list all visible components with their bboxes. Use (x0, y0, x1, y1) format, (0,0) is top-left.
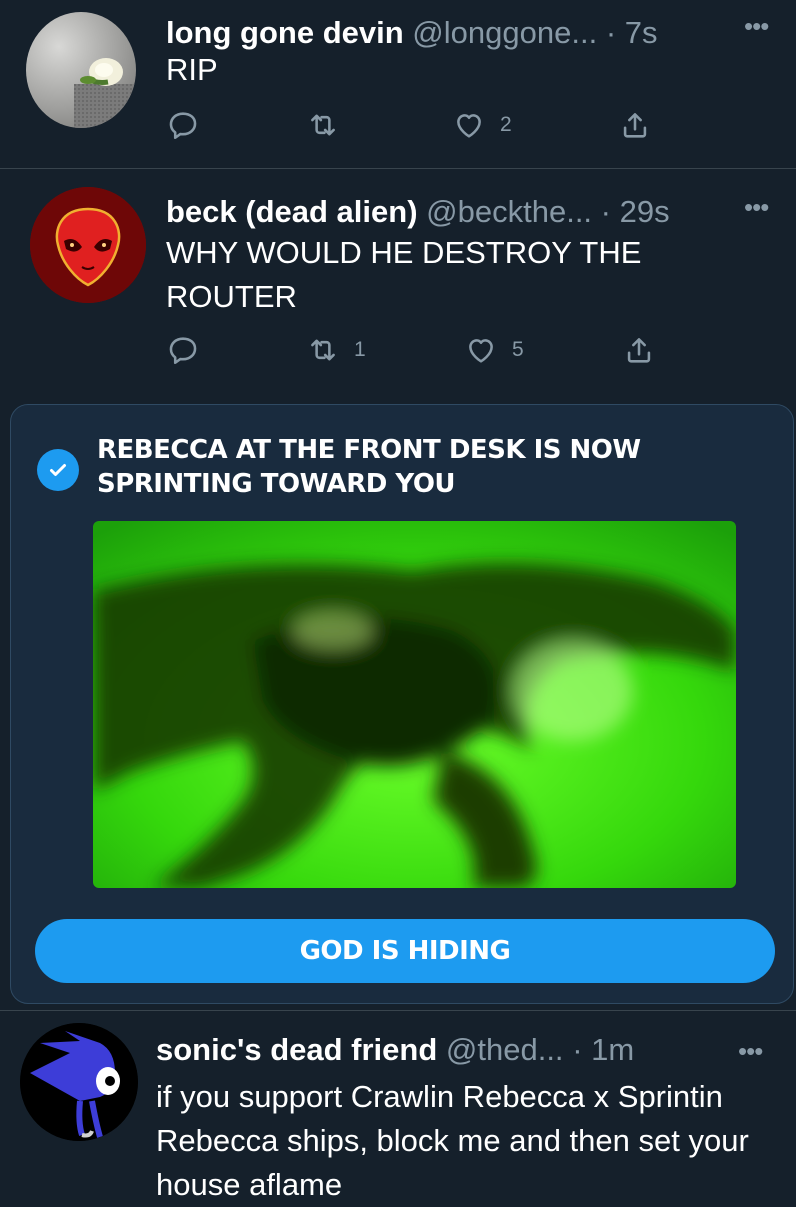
reply-icon (169, 337, 197, 365)
promo-image[interactable] (93, 521, 736, 888)
author-name[interactable]: long gone devin (166, 15, 404, 50)
retweet-button[interactable]: 1 (306, 333, 366, 367)
retweet-icon (311, 114, 335, 136)
timestamp[interactable]: · 29s (601, 194, 670, 229)
avatar[interactable] (20, 1023, 138, 1141)
share-icon (627, 338, 651, 363)
avatar[interactable] (30, 187, 146, 303)
retweet-count: 1 (354, 338, 366, 361)
like-count: 5 (512, 338, 524, 361)
promoted-card[interactable]: REBECCA AT THE FRONT DESK IS NOW SPRINTI… (10, 404, 794, 1004)
heart-icon (469, 339, 493, 363)
retweet-button[interactable] (306, 108, 354, 142)
more-icon[interactable]: ••• (744, 194, 769, 220)
heart-icon (457, 114, 481, 138)
reply-button[interactable] (166, 333, 200, 367)
promo-title: REBECCA AT THE FRONT DESK IS NOW SPRINTI… (97, 435, 641, 499)
reply-icon (169, 112, 197, 140)
timestamp[interactable]: · 1m (572, 1032, 634, 1067)
tweet-text: WHY WOULD HE DESTROY THE ROUTER (166, 235, 642, 314)
share-icon (623, 113, 647, 138)
tweet-header: sonic's dead friend @thed... · 1m (156, 1031, 634, 1069)
more-icon[interactable]: ••• (738, 1038, 763, 1064)
author-name[interactable]: beck (dead alien) (166, 194, 418, 229)
like-button[interactable]: 2 (452, 108, 512, 142)
tweet-header: beck (dead alien) @beckthe... · 29s (166, 193, 670, 231)
author-name[interactable]: sonic's dead friend (156, 1032, 437, 1067)
promo-cta-button[interactable]: GOD IS HIDING (35, 919, 775, 983)
tweet-text: RIP (166, 52, 218, 87)
white-rose-icon (74, 58, 136, 128)
like-count: 2 (500, 113, 512, 136)
tweet[interactable]: long gone devin @longgone... · 7s ••• RI… (0, 0, 796, 168)
tweet-header: long gone devin @longgone... · 7s (166, 14, 658, 52)
avatar[interactable] (26, 12, 136, 128)
tweet-text: if you support Crawlin Rebecca x Sprinti… (156, 1079, 749, 1202)
share-button[interactable] (618, 108, 652, 142)
tweet-actions: 2 (166, 108, 666, 148)
author-handle[interactable]: @beckthe... (426, 194, 592, 229)
tweet-actions: 1 5 (166, 333, 666, 373)
author-handle[interactable]: @thed... (446, 1032, 564, 1067)
share-button[interactable] (622, 333, 656, 367)
verified-check-icon (37, 449, 79, 491)
tweet[interactable]: sonic's dead friend @thed... · 1m ••• if… (0, 1011, 796, 1202)
blue-hedgehog-icon (20, 1023, 138, 1141)
like-button[interactable]: 5 (464, 333, 524, 367)
retweet-icon (311, 339, 335, 361)
timestamp[interactable]: · 7s (606, 15, 658, 50)
red-alien-icon (30, 187, 146, 303)
author-handle[interactable]: @longgone... (412, 15, 597, 50)
reply-button[interactable] (166, 108, 200, 142)
more-icon[interactable]: ••• (744, 13, 769, 39)
tweet[interactable]: beck (dead alien) @beckthe... · 29s ••• … (0, 169, 796, 395)
